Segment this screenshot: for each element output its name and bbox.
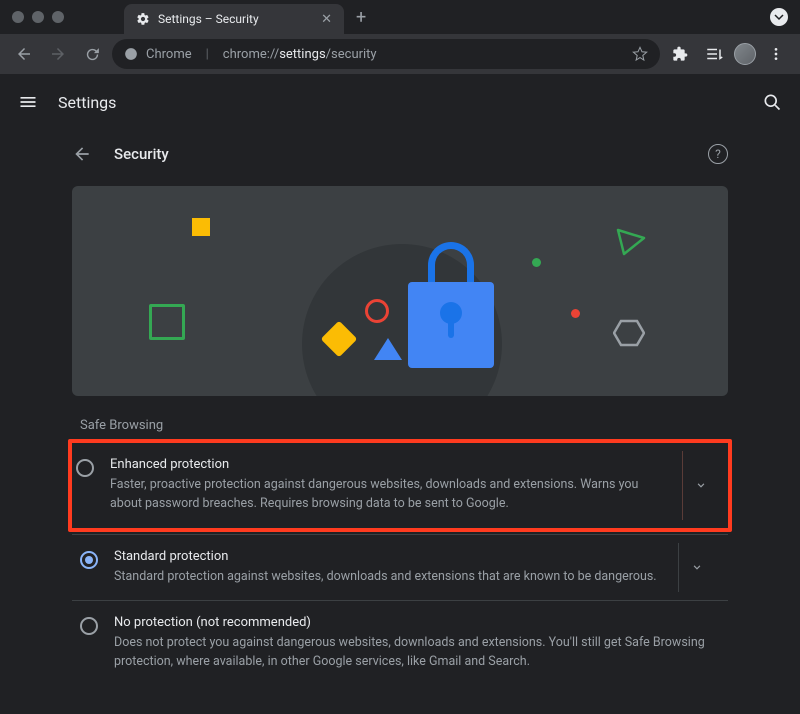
section-group-label: Safe Browsing — [80, 418, 728, 433]
back-button[interactable] — [10, 40, 38, 68]
site-info-icon[interactable] — [124, 47, 138, 61]
back-to-settings-button[interactable] — [72, 144, 92, 164]
option-description: Faster, proactive protection against dan… — [110, 476, 666, 514]
shape-green-dot — [532, 258, 541, 267]
reading-list-icon — [705, 45, 723, 63]
minimize-window-button[interactable] — [32, 11, 44, 23]
radio-button[interactable] — [76, 459, 94, 477]
reading-list-button[interactable] — [700, 40, 728, 68]
url-host: Chrome — [146, 47, 192, 62]
browser-tab[interactable]: Settings – Security ✕ — [124, 4, 344, 34]
option-description: Does not protect you against dangerous w… — [114, 634, 714, 672]
option-title: Enhanced protection — [110, 457, 666, 472]
section-header: Security ? — [72, 130, 728, 178]
settings-content: Security ? Safe Browsing Enhanced protec… — [0, 130, 800, 686]
shape-blue-triangle — [374, 338, 402, 360]
menu-button[interactable] — [18, 92, 38, 112]
arrow-right-icon — [49, 45, 67, 63]
search-button[interactable] — [762, 92, 782, 112]
protection-option[interactable]: Standard protection Standard protection a… — [72, 534, 728, 601]
browser-toolbar: Chrome | chrome://settings/security — [0, 34, 800, 74]
option-text: No protection (not recommended) Does not … — [114, 615, 714, 672]
forward-button[interactable] — [44, 40, 72, 68]
radio-button[interactable] — [80, 617, 98, 635]
address-bar[interactable]: Chrome | chrome://settings/security — [112, 39, 660, 69]
profile-avatar[interactable] — [734, 43, 756, 65]
chevron-down-icon — [690, 560, 704, 574]
menu-icon — [18, 92, 38, 112]
tab-title: Settings – Security — [158, 12, 313, 26]
close-tab-button[interactable]: ✕ — [321, 12, 332, 27]
more-menu-button[interactable] — [762, 40, 790, 68]
option-description: Standard protection against websites, do… — [114, 568, 662, 587]
protection-option[interactable]: No protection (not recommended) Does not … — [72, 600, 728, 686]
new-tab-button[interactable]: + — [356, 7, 366, 28]
reload-icon — [84, 46, 101, 63]
shape-green-square-outline — [149, 304, 185, 340]
gear-icon — [136, 12, 150, 26]
chevron-down-icon — [694, 478, 708, 492]
option-text: Enhanced protection Faster, proactive pro… — [110, 457, 666, 514]
star-icon — [632, 46, 648, 62]
puzzle-icon — [672, 46, 688, 62]
maximize-window-button[interactable] — [52, 11, 64, 23]
chevron-down-icon — [774, 12, 784, 22]
shape-grey-hexagon — [613, 319, 645, 347]
window-controls — [12, 11, 64, 23]
shape-yellow-square — [192, 218, 210, 236]
option-text: Standard protection Standard protection a… — [114, 549, 662, 587]
search-icon — [762, 92, 782, 112]
extensions-button[interactable] — [666, 40, 694, 68]
settings-title: Settings — [58, 93, 116, 112]
close-window-button[interactable] — [12, 11, 24, 23]
expand-button[interactable] — [682, 451, 718, 520]
section-title: Security — [114, 145, 169, 163]
settings-header: Settings — [0, 74, 800, 130]
option-title: No protection (not recommended) — [114, 615, 714, 630]
url-text: chrome://settings/security — [223, 47, 377, 62]
account-menu-button[interactable] — [770, 8, 788, 26]
arrow-left-icon — [72, 144, 92, 164]
option-title: Standard protection — [114, 549, 662, 564]
shape-green-triangle-outline — [616, 228, 646, 256]
reload-button[interactable] — [78, 40, 106, 68]
help-button[interactable]: ? — [708, 144, 728, 164]
more-vertical-icon — [768, 46, 784, 62]
radio-button[interactable] — [80, 551, 98, 569]
expand-button[interactable] — [678, 543, 714, 593]
bookmark-button[interactable] — [632, 46, 648, 62]
shape-red-dot — [571, 309, 580, 318]
security-hero-illustration — [72, 186, 728, 396]
shape-red-ring — [365, 299, 389, 323]
arrow-left-icon — [15, 45, 33, 63]
lock-keyhole-icon — [440, 302, 462, 324]
protection-option[interactable]: Enhanced protection Faster, proactive pro… — [68, 439, 732, 532]
window-titlebar: Settings – Security ✕ + — [0, 0, 800, 34]
